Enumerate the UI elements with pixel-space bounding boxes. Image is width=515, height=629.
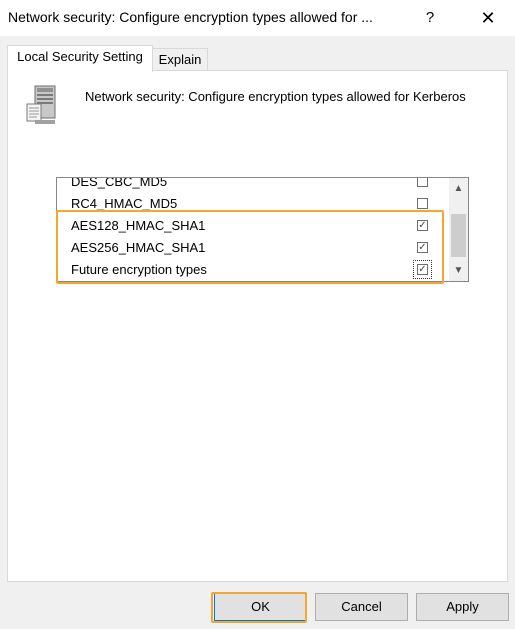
list-item-label: DES_CBC_MD5 — [71, 177, 168, 189]
list-item[interactable]: Future encryption types ✓ — [57, 259, 449, 281]
checkbox-aes256-hmac-sha1[interactable]: ✓ — [417, 242, 428, 253]
checkbox-future-encryption-types[interactable]: ✓ — [417, 264, 428, 275]
tab-explain[interactable]: Explain — [152, 48, 208, 72]
settings-panel: Network security: Configure encryption t… — [7, 70, 508, 582]
list-scrollbar[interactable]: ▲ ▼ — [449, 178, 468, 281]
list-item-label: Future encryption types — [71, 262, 207, 277]
list-item[interactable]: RC4_HMAC_MD5 — [57, 193, 449, 215]
list-item[interactable]: DES_CBC_MD5 — [57, 177, 449, 193]
checkbox-aes128-hmac-sha1[interactable]: ✓ — [417, 220, 428, 231]
list-item-label: AES256_HMAC_SHA1 — [71, 240, 206, 255]
list-item-label: AES128_HMAC_SHA1 — [71, 218, 206, 233]
help-button[interactable]: ? — [410, 5, 450, 31]
title-bar: Network security: Configure encryption t… — [0, 0, 515, 36]
scroll-down-icon[interactable]: ▼ — [449, 262, 468, 279]
checkbox-rc4-hmac-md5[interactable] — [417, 198, 428, 209]
list-item[interactable]: AES256_HMAC_SHA1 ✓ — [57, 237, 449, 259]
server-icon — [26, 85, 56, 124]
apply-button[interactable]: Apply — [416, 593, 509, 621]
close-button[interactable]: ✕ — [468, 5, 508, 31]
tab-local-security-setting[interactable]: Local Security Setting — [7, 45, 153, 72]
cancel-button[interactable]: Cancel — [315, 593, 408, 621]
scroll-up-icon[interactable]: ▲ — [449, 180, 468, 197]
checkbox-des-cbc-md5[interactable] — [417, 178, 428, 187]
list-item-label: RC4_HMAC_MD5 — [71, 196, 178, 211]
scroll-thumb[interactable] — [451, 214, 466, 257]
list-item[interactable]: AES128_HMAC_SHA1 ✓ — [57, 215, 449, 237]
ok-button[interactable]: OK — [214, 593, 307, 621]
policy-title: Network security: Configure encryption t… — [85, 89, 466, 104]
encryption-types-list[interactable]: DES_CBC_MD5 RC4_HMAC_MD5 AES128_HMAC_SHA… — [56, 177, 469, 282]
window-title: Network security: Configure encryption t… — [8, 9, 373, 25]
